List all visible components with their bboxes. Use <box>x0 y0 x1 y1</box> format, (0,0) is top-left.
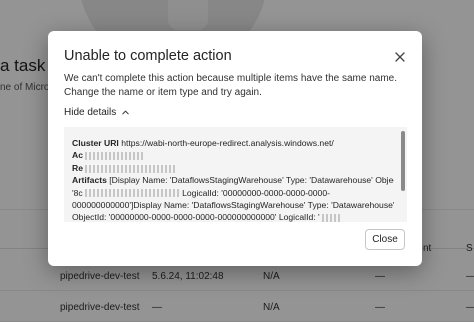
detail-activity: Ac <box>72 149 394 161</box>
scrollbar-thumb[interactable] <box>401 131 405 191</box>
close-button[interactable]: Close <box>365 229 405 250</box>
hide-details-label: Hide details <box>64 107 117 118</box>
chevron-up-icon <box>122 110 130 115</box>
redacted-value <box>84 189 180 198</box>
dialog-message: We can't complete this action because mu… <box>64 73 398 98</box>
redacted-value <box>85 164 175 173</box>
detail-artifacts: Artifacts [Display Name: 'DataflowsStagi… <box>72 175 394 186</box>
redacted-value <box>321 214 342 222</box>
detail-request: Re <box>72 162 394 174</box>
error-dialog: Unable to complete action We can't compl… <box>48 31 422 266</box>
error-details-text: Cluster URI https://wabi-north-europe-re… <box>72 138 394 222</box>
close-icon[interactable] <box>392 49 408 65</box>
details-scrollbar[interactable] <box>400 127 407 222</box>
detail-cluster-uri: Cluster URI https://wabi-north-europe-re… <box>72 138 334 148</box>
error-details-panel[interactable]: Cluster URI https://wabi-north-europe-re… <box>64 127 407 222</box>
dialog-title: Unable to complete action <box>64 48 232 64</box>
redacted-value <box>85 152 145 161</box>
hide-details-toggle[interactable]: Hide details <box>64 107 130 118</box>
